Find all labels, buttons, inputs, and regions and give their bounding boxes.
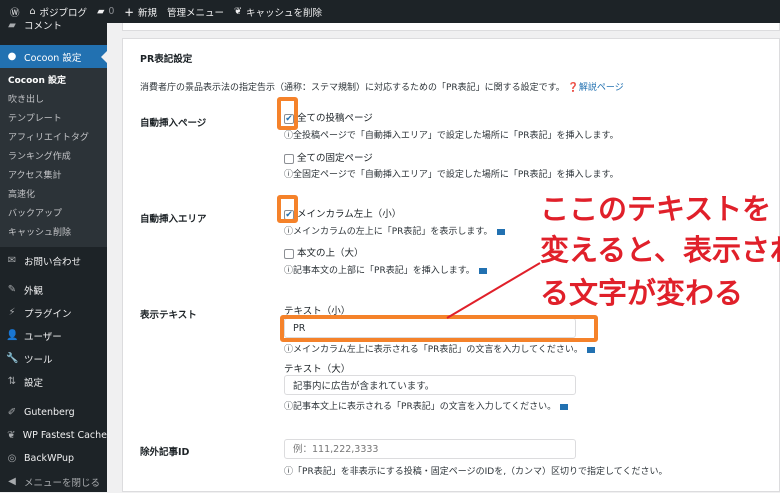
annotation-line-3: る文字が変わる xyxy=(540,276,744,310)
annotation-line-1: ここのテキストを xyxy=(540,192,772,226)
annotation-line-2: 変えると、表示され xyxy=(540,233,780,267)
